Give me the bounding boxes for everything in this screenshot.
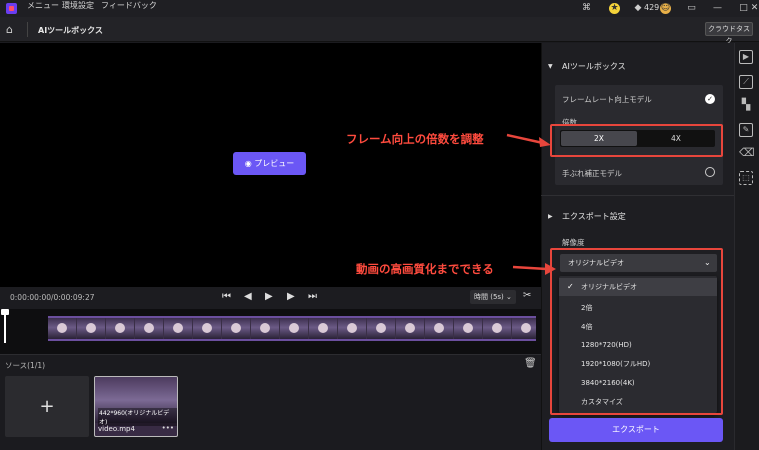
preview-button[interactable]: ◉ プレビュー bbox=[233, 152, 306, 175]
frame-model-label: フレームレート向上モデル bbox=[562, 95, 652, 104]
curve-icon[interactable]: ⟋ bbox=[739, 75, 753, 89]
timeline-frame bbox=[309, 318, 337, 339]
caret-down-icon[interactable]: ▼ bbox=[548, 63, 553, 70]
play-icon[interactable]: ▶ bbox=[265, 291, 273, 302]
source-label: ソース(1/1) bbox=[5, 361, 46, 370]
time-interval-value: 時間 (5s) bbox=[474, 293, 504, 301]
skip-back-icon[interactable]: ⏮ bbox=[222, 291, 231, 302]
video-icon[interactable]: ▶ bbox=[739, 50, 753, 64]
edit-icon[interactable]: ✎ bbox=[739, 123, 753, 137]
frame-figure bbox=[260, 323, 270, 333]
timeline-clip-strip[interactable] bbox=[48, 316, 536, 341]
frame-figure bbox=[463, 323, 473, 333]
tool-header bbox=[0, 17, 759, 42]
skip-forward-icon[interactable]: ⏭ bbox=[308, 291, 317, 302]
annotation-arrow-icon bbox=[506, 133, 551, 147]
divider bbox=[27, 22, 28, 37]
trash-icon[interactable]: 🗑 bbox=[524, 358, 537, 369]
app-logo-icon bbox=[6, 3, 17, 14]
frame-figure bbox=[347, 323, 357, 333]
timeline-frame bbox=[251, 318, 279, 339]
credits-count: 429 bbox=[644, 3, 660, 12]
timeline-frame bbox=[512, 318, 536, 339]
timeline-frame bbox=[48, 318, 76, 339]
stabilize-model-label: 手ぶれ補正モデル bbox=[562, 169, 622, 178]
annotation-arrow-icon bbox=[512, 263, 556, 275]
caret-right-icon[interactable]: ▶ bbox=[548, 213, 553, 220]
menu-item-feedback[interactable]: フィードバック bbox=[101, 0, 157, 11]
gamepad-icon[interactable]: ⌘ bbox=[581, 3, 592, 14]
frame-figure bbox=[57, 323, 67, 333]
coin-icon[interactable]: ★ bbox=[609, 3, 620, 14]
avatar[interactable]: ☺ bbox=[660, 3, 671, 14]
frame-figure bbox=[492, 323, 502, 333]
maximize-icon[interactable]: □ bbox=[738, 3, 749, 14]
timeline-frame bbox=[106, 318, 134, 339]
frame-figure bbox=[405, 323, 415, 333]
step-forward-icon[interactable]: ▶ bbox=[287, 291, 295, 302]
minimize-icon[interactable]: — bbox=[712, 3, 723, 14]
scissors-icon[interactable]: ✂ bbox=[523, 290, 531, 301]
playhead[interactable] bbox=[1, 309, 9, 343]
apps-icon[interactable]: ▚ bbox=[739, 99, 753, 113]
add-source-button[interactable]: + bbox=[5, 376, 89, 437]
frame-figure bbox=[144, 323, 154, 333]
more-icon[interactable]: ••• bbox=[162, 424, 174, 432]
timeline-frame bbox=[77, 318, 105, 339]
check-circle-icon[interactable]: ✓ bbox=[705, 94, 715, 104]
frame-figure bbox=[434, 323, 444, 333]
close-icon[interactable]: ✕ bbox=[750, 3, 759, 14]
frame-figure bbox=[231, 323, 241, 333]
timeline-frame bbox=[193, 318, 221, 339]
eye-icon: ◉ bbox=[244, 159, 255, 168]
annotation-box-resolution bbox=[550, 248, 723, 415]
cloud-task-button[interactable]: クラウドタスク bbox=[705, 22, 753, 45]
chevron-down-icon: ⌄ bbox=[503, 293, 512, 301]
frame-figure bbox=[86, 323, 96, 333]
timeline-frame bbox=[222, 318, 250, 339]
frame-figure bbox=[376, 323, 386, 333]
timeline-frame bbox=[396, 318, 424, 339]
stabilize-radio[interactable] bbox=[705, 167, 715, 177]
timeline-frame bbox=[483, 318, 511, 339]
export-section-header[interactable]: エクスポート設定 bbox=[562, 211, 626, 222]
frame-figure bbox=[521, 323, 531, 333]
timeline-frame bbox=[338, 318, 366, 339]
annotation-box-multiplier bbox=[550, 124, 723, 157]
menu-item-menu[interactable]: メニュー bbox=[27, 0, 59, 11]
select-icon[interactable]: ⬚ bbox=[739, 171, 753, 185]
ai-section-header[interactable]: AIツールボックス bbox=[562, 61, 626, 72]
timeline-frame bbox=[280, 318, 308, 339]
time-interval-select[interactable]: 時間 (5s) ⌄ bbox=[470, 290, 516, 304]
preview-button-label: プレビュー bbox=[254, 159, 295, 168]
timecode: 0:00:00:00/0:00:09:27 bbox=[10, 293, 95, 302]
menu-item-preferences[interactable]: 環境設定 bbox=[62, 0, 94, 11]
annotation-frame-note: フレーム向上の倍数を調整 bbox=[346, 132, 484, 146]
resolution-label: 解像度 bbox=[562, 238, 585, 247]
frame-figure bbox=[318, 323, 328, 333]
frame-figure bbox=[289, 323, 299, 333]
video-filename: video.mp4 bbox=[98, 425, 135, 433]
video-thumbnail[interactable]: 442*960(オリジナルビデオ) video.mp4 ••• bbox=[94, 376, 178, 437]
annotation-quality-note: 動画の高画質化までできる bbox=[356, 262, 494, 276]
timeline-frame bbox=[454, 318, 482, 339]
export-button[interactable]: エクスポート bbox=[549, 418, 723, 442]
home-icon[interactable]: ⌂ bbox=[6, 23, 20, 36]
section-divider bbox=[541, 195, 734, 196]
page-title: AIツールボックス bbox=[38, 26, 103, 35]
timeline-frame bbox=[425, 318, 453, 339]
frame-figure bbox=[115, 323, 125, 333]
chat-icon[interactable]: ▭ bbox=[686, 3, 697, 14]
timeline-frame bbox=[367, 318, 395, 339]
frame-figure bbox=[202, 323, 212, 333]
diamond-icon: ◆ bbox=[634, 3, 642, 13]
timeline-frame bbox=[164, 318, 192, 339]
timeline-frame bbox=[135, 318, 163, 339]
eraser-icon[interactable]: ⌫ bbox=[739, 147, 755, 161]
step-back-icon[interactable]: ◀ bbox=[244, 291, 252, 302]
frame-figure bbox=[173, 323, 183, 333]
